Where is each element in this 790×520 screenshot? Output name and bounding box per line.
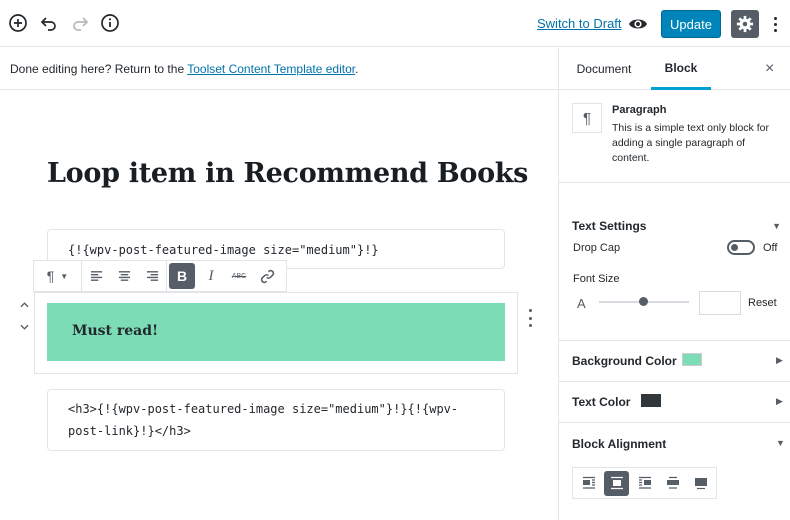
text-color-swatch xyxy=(641,394,661,407)
update-button[interactable]: Update xyxy=(661,10,721,38)
reset-button[interactable]: Reset xyxy=(748,297,777,309)
align-right-button[interactable] xyxy=(138,261,166,291)
block-more-options-icon[interactable] xyxy=(526,309,534,327)
text-settings-title: Text Settings xyxy=(572,219,647,233)
paragraph-block[interactable]: Must read! xyxy=(47,303,505,361)
font-size-input[interactable] xyxy=(699,291,741,315)
text-settings-header[interactable]: Text Settings ▼ xyxy=(559,206,790,246)
more-vertical-icon[interactable] xyxy=(766,12,784,36)
drop-cap-label: Drop Cap xyxy=(573,242,621,254)
font-size-label: Font Size xyxy=(573,273,620,285)
panel-divider xyxy=(559,422,790,423)
align-full-button[interactable] xyxy=(688,471,713,496)
tab-block[interactable]: Block xyxy=(651,48,711,90)
add-block-icon[interactable] xyxy=(7,12,29,34)
drop-cap-toggle[interactable] xyxy=(727,240,755,255)
gear-icon xyxy=(736,15,754,33)
align-right-button[interactable] xyxy=(632,471,657,496)
align-left-icon xyxy=(90,270,102,281)
drop-cap-state: Off xyxy=(763,242,778,254)
link-button[interactable] xyxy=(253,261,281,291)
block-mover xyxy=(17,299,31,333)
bold-button[interactable]: B xyxy=(169,263,195,289)
caret-down-icon: ▼ xyxy=(776,438,785,448)
block-card-description: This is a simple text only block for add… xyxy=(612,122,769,164)
redo-icon[interactable] xyxy=(69,12,91,34)
block-toolbar: ¶ ▼ B I ABC xyxy=(33,260,287,292)
block-type-switcher[interactable]: ¶ ▼ xyxy=(34,261,82,291)
block-card-title: Paragraph xyxy=(612,104,667,116)
toolbar-divider xyxy=(166,261,167,291)
shortcode-line-2: post-link}!}</h3> xyxy=(68,424,191,438)
editor-canvas: Loop item in Recommend Books {!{wpv-post… xyxy=(0,91,558,520)
paragraph-icon: ¶ xyxy=(572,103,602,133)
undo-icon[interactable] xyxy=(38,12,60,34)
block-card: ¶ Paragraph This is a simple text only b… xyxy=(559,90,790,183)
close-icon[interactable]: × xyxy=(765,60,774,78)
shortcode-text: {!{wpv-post-featured-image size="medium"… xyxy=(68,243,379,257)
settings-sidebar: Document Block × ¶ Paragraph This is a s… xyxy=(558,48,790,520)
paragraph-icon: ¶ xyxy=(46,268,55,284)
italic-button[interactable]: I xyxy=(197,261,225,291)
settings-toggle-button[interactable] xyxy=(731,10,759,38)
background-color-label: Background Color xyxy=(572,354,677,368)
align-wide-icon xyxy=(666,476,679,489)
font-size-icon: A xyxy=(577,296,586,311)
align-center-button[interactable] xyxy=(604,470,629,496)
notice-text: Done editing here? Return to the xyxy=(10,62,188,76)
text-settings-panel: Text Settings ▼ xyxy=(559,206,790,246)
block-alignment-toolbar xyxy=(572,467,717,499)
notice-suffix: . xyxy=(355,62,359,76)
info-icon[interactable] xyxy=(99,12,121,34)
sidebar-tabs: Document Block × xyxy=(559,48,790,90)
tab-document[interactable]: Document xyxy=(572,48,636,90)
link-icon xyxy=(260,269,274,283)
toolset-template-editor-link[interactable]: Toolset Content Template editor xyxy=(187,62,355,76)
align-center-icon xyxy=(118,270,130,281)
move-down-icon[interactable] xyxy=(19,321,29,333)
post-title[interactable]: Loop item in Recommend Books xyxy=(47,158,528,189)
align-right-icon xyxy=(638,476,651,489)
caret-down-icon: ▼ xyxy=(772,221,781,231)
shortcode-line-1: <h3>{!{wpv-post-featured-image size="med… xyxy=(68,402,459,416)
background-color-swatch xyxy=(682,353,702,366)
editor-header: Switch to Draft Update xyxy=(0,0,790,47)
font-size-slider-handle[interactable] xyxy=(639,297,648,306)
align-left-icon xyxy=(582,476,595,489)
background-color-panel[interactable]: Background Color ▶ xyxy=(559,341,790,381)
caret-right-icon: ▶ xyxy=(776,355,783,365)
align-left-button[interactable] xyxy=(576,471,601,496)
switch-to-draft-link[interactable]: Switch to Draft xyxy=(537,16,622,31)
text-color-panel[interactable]: Text Color ▶ xyxy=(559,382,790,422)
align-full-icon xyxy=(694,478,707,490)
strikethrough-button[interactable]: ABC xyxy=(225,261,253,291)
shortcode-block-2[interactable]: <h3>{!{wpv-post-featured-image size="med… xyxy=(47,389,505,451)
text-color-label: Text Color xyxy=(572,395,631,409)
align-right-icon xyxy=(146,270,158,281)
caret-right-icon: ▶ xyxy=(776,396,783,406)
chevron-down-icon: ▼ xyxy=(60,271,69,281)
block-alignment-label: Block Alignment xyxy=(572,437,667,451)
align-center-icon xyxy=(610,476,623,490)
paragraph-text: Must read! xyxy=(72,323,159,339)
align-center-button[interactable] xyxy=(110,261,138,291)
align-wide-button[interactable] xyxy=(660,471,685,496)
toolset-notice: Done editing here? Return to the Toolset… xyxy=(0,48,558,90)
preview-eye-icon[interactable] xyxy=(627,13,649,35)
align-left-button[interactable] xyxy=(82,261,110,291)
move-up-icon[interactable] xyxy=(19,299,29,311)
